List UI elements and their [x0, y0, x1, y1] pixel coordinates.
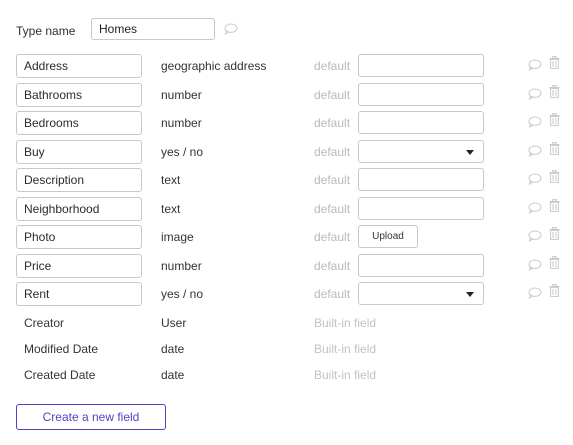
- builtin-field-name: Modified Date: [24, 342, 99, 356]
- default-label: default: [314, 202, 351, 216]
- trash-icon[interactable]: [549, 255, 560, 272]
- field-name-input[interactable]: Price: [16, 254, 142, 278]
- default-label: default: [314, 88, 351, 102]
- field-row: Bathrooms number default: [0, 83, 573, 107]
- builtin-field-note: Built-in field: [314, 342, 377, 356]
- trash-icon[interactable]: [549, 198, 560, 215]
- comment-icon[interactable]: [528, 173, 542, 188]
- field-type-label: number: [161, 116, 202, 130]
- field-row: Description text default: [0, 168, 573, 192]
- field-type-label: number: [161, 88, 202, 102]
- comment-icon[interactable]: [528, 145, 542, 160]
- field-name-input[interactable]: Buy: [16, 140, 142, 164]
- trash-icon[interactable]: [549, 169, 560, 186]
- default-label: default: [314, 173, 351, 187]
- builtin-field-name: Created Date: [24, 368, 96, 382]
- comment-icon[interactable]: [528, 59, 542, 74]
- field-type-label: text: [161, 173, 181, 187]
- field-type-label: text: [161, 202, 181, 216]
- type-name-input[interactable]: Homes: [91, 18, 215, 40]
- trash-icon[interactable]: [549, 283, 560, 300]
- builtin-field-name: Creator: [24, 316, 65, 330]
- field-name-input[interactable]: Bathrooms: [16, 83, 142, 107]
- comment-icon[interactable]: [528, 230, 542, 245]
- builtin-field-row: Creator User Built-in field: [0, 316, 573, 332]
- default-value-select[interactable]: [358, 282, 484, 305]
- field-row: Photo image default Upload: [0, 225, 573, 249]
- trash-icon[interactable]: [549, 55, 560, 72]
- field-name-input[interactable]: Neighborhood: [16, 197, 142, 221]
- chevron-down-icon: [466, 150, 474, 155]
- field-type-label: number: [161, 259, 202, 273]
- field-row: Address geographic address default: [0, 54, 573, 78]
- builtin-field-row: Created Date date Built-in field: [0, 368, 573, 384]
- type-name-label: Type name: [16, 24, 76, 38]
- builtin-field-type: date: [161, 342, 185, 356]
- comment-icon[interactable]: [528, 88, 542, 103]
- comment-icon[interactable]: [528, 116, 542, 131]
- field-name-input[interactable]: Address: [16, 54, 142, 78]
- field-row: Neighborhood text default: [0, 197, 573, 221]
- field-type-label: yes / no: [161, 287, 204, 301]
- field-row: Price number default: [0, 254, 573, 278]
- field-type-label: image: [161, 230, 194, 244]
- type-comment-icon[interactable]: [224, 23, 238, 38]
- builtin-field-type: date: [161, 368, 185, 382]
- builtin-field-note: Built-in field: [314, 316, 377, 330]
- create-new-field-button[interactable]: Create a new field: [16, 404, 166, 430]
- default-label: default: [314, 230, 351, 244]
- trash-icon[interactable]: [549, 226, 560, 243]
- field-type-label: yes / no: [161, 145, 204, 159]
- field-row: Buy yes / no default: [0, 140, 573, 164]
- default-label: default: [314, 116, 351, 130]
- field-name-input[interactable]: Bedrooms: [16, 111, 142, 135]
- default-value-input[interactable]: [358, 168, 484, 191]
- field-name-input[interactable]: Photo: [16, 225, 142, 249]
- trash-icon[interactable]: [549, 84, 560, 101]
- default-value-input[interactable]: [358, 254, 484, 277]
- comment-icon[interactable]: [528, 202, 542, 217]
- comment-icon[interactable]: [528, 287, 542, 302]
- default-label: default: [314, 59, 351, 73]
- default-label: default: [314, 287, 351, 301]
- builtin-field-type: User: [161, 316, 187, 330]
- field-name-input[interactable]: Description: [16, 168, 142, 192]
- field-name-input[interactable]: Rent: [16, 282, 142, 306]
- comment-icon: [224, 23, 238, 36]
- builtin-field-note: Built-in field: [314, 368, 377, 382]
- default-label: default: [314, 259, 351, 273]
- trash-icon[interactable]: [549, 112, 560, 129]
- comment-icon[interactable]: [528, 259, 542, 274]
- chevron-down-icon: [466, 292, 474, 297]
- field-row: Bedrooms number default: [0, 111, 573, 135]
- default-value-input[interactable]: [358, 54, 484, 77]
- default-label: default: [314, 145, 351, 159]
- default-value-input[interactable]: [358, 197, 484, 220]
- default-value-input[interactable]: [358, 83, 484, 106]
- field-row: Rent yes / no default: [0, 282, 573, 306]
- default-value-select[interactable]: [358, 140, 484, 163]
- trash-icon[interactable]: [549, 141, 560, 158]
- default-value-input[interactable]: [358, 111, 484, 134]
- field-type-label: geographic address: [161, 59, 267, 73]
- upload-button[interactable]: Upload: [358, 225, 418, 248]
- builtin-field-row: Modified Date date Built-in field: [0, 342, 573, 358]
